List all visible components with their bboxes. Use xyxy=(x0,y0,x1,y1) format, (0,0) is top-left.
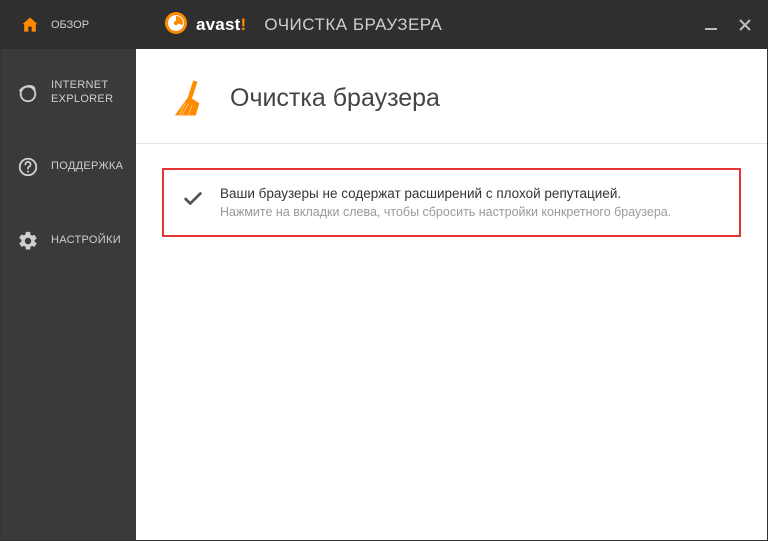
titlebar: ОБЗОР avast! ОЧИСТКА БРАУЗЕРА xyxy=(1,1,767,49)
sidebar: INTERNET EXPLORER ПОДДЕРЖКА xyxy=(1,49,136,540)
page-header: Очистка браузера xyxy=(136,49,767,144)
window-controls xyxy=(703,17,753,33)
sidebar-item-label: НАСТРОЙКИ xyxy=(51,234,121,248)
status-box: Ваши браузеры не содержат расширений с п… xyxy=(162,168,741,237)
page-body: Ваши браузеры не содержат расширений с п… xyxy=(136,144,767,261)
broom-icon xyxy=(166,77,208,119)
titlebar-subtitle: ОЧИСТКА БРАУЗЕРА xyxy=(264,15,442,35)
help-icon xyxy=(17,156,39,178)
app-window: ОБЗОР avast! ОЧИСТКА БРАУЗЕРА xyxy=(0,0,768,541)
sidebar-item-internet-explorer[interactable]: INTERNET EXPLORER xyxy=(1,63,136,123)
brand-text: avast! xyxy=(196,15,246,35)
minimize-button[interactable] xyxy=(703,17,719,33)
sidebar-item-settings[interactable]: НАСТРОЙКИ xyxy=(1,211,136,271)
brand: avast! ОЧИСТКА БРАУЗЕРА xyxy=(136,11,442,40)
ie-icon xyxy=(17,82,39,104)
avast-logo-icon xyxy=(164,11,188,40)
status-sub: Нажмите на вкладки слева, чтобы сбросить… xyxy=(220,205,671,219)
sidebar-item-label: ПОДДЕРЖКА xyxy=(51,160,123,174)
sidebar-item-label: INTERNET EXPLORER xyxy=(51,79,124,107)
brand-bang: ! xyxy=(240,15,246,34)
home-icon xyxy=(19,14,41,36)
check-icon xyxy=(182,188,202,208)
body: INTERNET EXPLORER ПОДДЕРЖКА xyxy=(1,49,767,540)
titlebar-left: ОБЗОР xyxy=(1,14,136,36)
page-title: Очистка браузера xyxy=(230,84,440,113)
sidebar-item-label: ОБЗОР xyxy=(51,19,89,31)
content: Очистка браузера Ваши браузеры не содерж… xyxy=(136,49,767,540)
gear-icon xyxy=(17,230,39,252)
brand-name: avast xyxy=(196,15,240,34)
close-button[interactable] xyxy=(737,17,753,33)
status-text: Ваши браузеры не содержат расширений с п… xyxy=(220,186,671,219)
sidebar-item-support[interactable]: ПОДДЕРЖКА xyxy=(1,137,136,197)
status-heading: Ваши браузеры не содержат расширений с п… xyxy=(220,186,671,201)
